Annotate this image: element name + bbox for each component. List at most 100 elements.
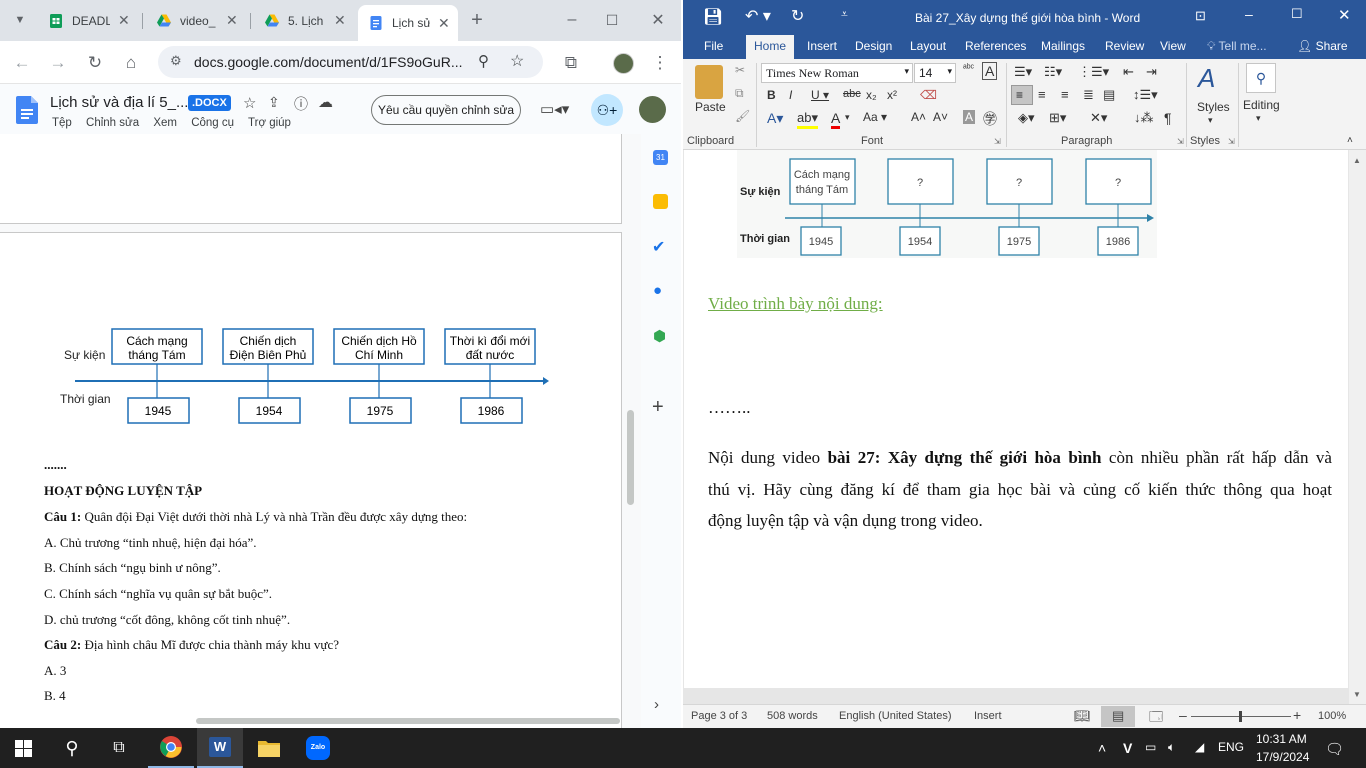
distributed-icon[interactable]: ▤ — [1103, 87, 1115, 103]
menu-edit[interactable]: Chỉnh sửa — [86, 117, 139, 129]
get-addons-plus-icon[interactable]: + — [652, 396, 664, 419]
move-icon[interactable]: ⇪ — [268, 94, 280, 111]
taskbar-chrome-icon[interactable] — [148, 728, 194, 768]
customize-qat-icon[interactable]: ⩡ — [841, 7, 848, 22]
align-left-button[interactable]: ≡ — [1011, 85, 1033, 105]
font-name-box[interactable]: Times New Roman ▾ — [761, 63, 913, 83]
web-layout-icon[interactable]: 🗔︎ — [1149, 708, 1163, 728]
battery-icon[interactable]: ▭ — [1145, 740, 1156, 754]
menu-view[interactable]: Xem — [153, 117, 177, 129]
status-language[interactable]: English (United States) — [839, 710, 952, 722]
tab-review[interactable]: Review — [1105, 39, 1144, 53]
maps-icon[interactable]: ⬢ — [653, 327, 666, 345]
site-info-icon[interactable]: ⚙ — [170, 53, 182, 69]
clock-date[interactable]: 17/9/2024 — [1256, 750, 1309, 764]
expand-panel-chevron-icon[interactable]: › — [654, 696, 659, 713]
meet-video-icon[interactable]: ▭◂▾ — [540, 100, 569, 118]
new-tab-plus-icon[interactable]: + — [465, 8, 489, 32]
asian-layout-icon[interactable]: ✕▾ — [1090, 110, 1107, 126]
bookmark-star-icon[interactable]: ☆ — [510, 51, 524, 71]
menu-file[interactable]: Tệp — [52, 117, 72, 129]
zoom-level[interactable]: 100% — [1318, 710, 1346, 722]
shading-icon[interactable]: ◈▾ — [1018, 110, 1035, 126]
menu-tools[interactable]: Công cụ — [191, 117, 234, 129]
change-case-button[interactable]: Aa ▾ — [863, 110, 887, 124]
tell-me-box[interactable]: 💡︎ Tell me... — [1207, 39, 1267, 54]
save-icon[interactable]: 💾︎ — [703, 7, 723, 27]
minimize-icon[interactable]: – — [560, 8, 584, 32]
tab-video[interactable]: video_ ✕ — [146, 6, 246, 35]
multilevel-list-icon[interactable]: ⋮☰▾ — [1078, 64, 1109, 80]
task-view-icon[interactable]: ⧉ — [96, 728, 142, 768]
print-layout-button[interactable]: ▤ — [1101, 706, 1135, 727]
star-icon[interactable]: ☆ — [243, 94, 256, 112]
eraser-icon[interactable]: ⌫ — [920, 88, 937, 102]
word-vertical-scrollbar[interactable]: ▲ ▼ — [1349, 150, 1366, 704]
strikethrough-button[interactable]: abc — [843, 88, 861, 100]
clock-time[interactable]: 10:31 AM — [1256, 732, 1307, 746]
cut-icon[interactable]: ✂ — [735, 63, 745, 77]
tab-file[interactable]: File — [704, 39, 723, 53]
align-center-icon[interactable]: ≡ — [1038, 87, 1046, 102]
forward-icon[interactable]: → — [46, 51, 70, 75]
zoom-slider-thumb[interactable] — [1239, 711, 1242, 722]
tab-close-icon[interactable]: ✕ — [438, 15, 450, 32]
subscript-button[interactable]: x₂ — [866, 88, 877, 102]
status-insert-mode[interactable]: Insert — [974, 710, 1002, 722]
vertical-scrollbar[interactable] — [627, 410, 634, 505]
enclose-characters-icon[interactable]: ㊫ — [983, 109, 997, 129]
zoom-in-icon[interactable]: + — [1293, 707, 1301, 723]
word-maximize-icon[interactable]: ☐ — [1291, 6, 1303, 22]
show-formatting-icon[interactable]: ¶ — [1164, 110, 1172, 126]
bold-button[interactable]: B — [767, 88, 776, 102]
tab-lich-su-active[interactable]: Lịch sử ✕ — [358, 5, 458, 41]
home-icon[interactable]: ⌂ — [119, 51, 143, 75]
show-hidden-icons-chevron-icon[interactable]: ˄ — [1098, 740, 1106, 756]
doc-title[interactable]: Lịch sử và địa lí 5_... — [50, 94, 188, 111]
tab-references[interactable]: References — [965, 39, 1026, 53]
copy-icon[interactable]: ⧉ — [735, 86, 744, 101]
italic-button[interactable]: I — [789, 88, 792, 102]
font-size-box[interactable]: 14 ▾ — [914, 63, 956, 83]
horizontal-scrollbar[interactable] — [196, 718, 620, 724]
tab-deadline[interactable]: DEADL ✕ — [38, 6, 138, 35]
taskbar-zalo-icon[interactable]: Zalo — [295, 728, 341, 768]
styles-gallery-icon[interactable]: A — [1198, 63, 1215, 94]
keep-icon[interactable] — [653, 194, 668, 209]
change-case-icon[interactable]: ᵃᵇᶜ — [963, 63, 974, 74]
request-edit-button[interactable]: Yêu cầu quyền chỉnh sửa — [371, 95, 521, 125]
increase-indent-icon[interactable]: ⇥ — [1146, 64, 1157, 80]
extensions-icon[interactable]: ⧉ — [559, 51, 583, 75]
account-avatar[interactable] — [639, 96, 666, 123]
styles-label[interactable]: Styles — [1197, 100, 1230, 114]
undo-icon[interactable]: ↶ ▾ — [745, 6, 771, 26]
notifications-icon[interactable]: 🗨︎ — [1325, 740, 1344, 758]
tab-close-icon[interactable]: ✕ — [334, 12, 346, 29]
wifi-icon[interactable]: ◢ — [1195, 740, 1204, 754]
search-icon[interactable]: ⚲ — [49, 728, 95, 768]
read-mode-icon[interactable]: 📖︎ — [1074, 708, 1091, 724]
address-bar[interactable]: ⚙ docs.google.com/document/d/1FS9oGuR...… — [158, 46, 543, 78]
shrink-font-icon[interactable]: A˅ — [933, 110, 948, 124]
status-page[interactable]: Page 3 of 3 — [691, 710, 747, 722]
superscript-button[interactable]: x² — [887, 88, 897, 102]
redo-icon[interactable]: ↻ — [791, 6, 804, 26]
tab-close-icon[interactable]: ✕ — [226, 12, 238, 29]
info-icon[interactable]: ⓘ — [294, 94, 308, 114]
numbering-icon[interactable]: ☷▾ — [1044, 64, 1062, 80]
reload-icon[interactable]: ↻ — [83, 51, 107, 75]
tab-layout[interactable]: Layout — [910, 39, 946, 53]
text-effects-icon[interactable]: A▾ — [767, 110, 783, 127]
paragraph-dialog-launcher-icon[interactable]: ⇲ — [1177, 137, 1184, 146]
tab-lich[interactable]: 5. Lịch ✕ — [254, 6, 354, 35]
menu-help[interactable]: Trợ giúp — [248, 117, 291, 129]
share-button[interactable]: 👤︎ Share — [1297, 39, 1348, 53]
contacts-icon[interactable]: ● — [653, 282, 662, 299]
maximize-icon[interactable]: ☐ — [600, 8, 624, 32]
taskbar-word-icon[interactable]: W — [197, 728, 243, 768]
tab-mailings[interactable]: Mailings — [1041, 39, 1085, 53]
highlight-color-icon[interactable]: ab▾ — [797, 110, 818, 129]
grow-font-icon[interactable]: A˄ — [911, 110, 926, 124]
paste-label[interactable]: Paste — [695, 100, 726, 114]
word-page[interactable]: Sự kiện Thời gian Cách mạng tháng Tám 19… — [684, 150, 1348, 688]
